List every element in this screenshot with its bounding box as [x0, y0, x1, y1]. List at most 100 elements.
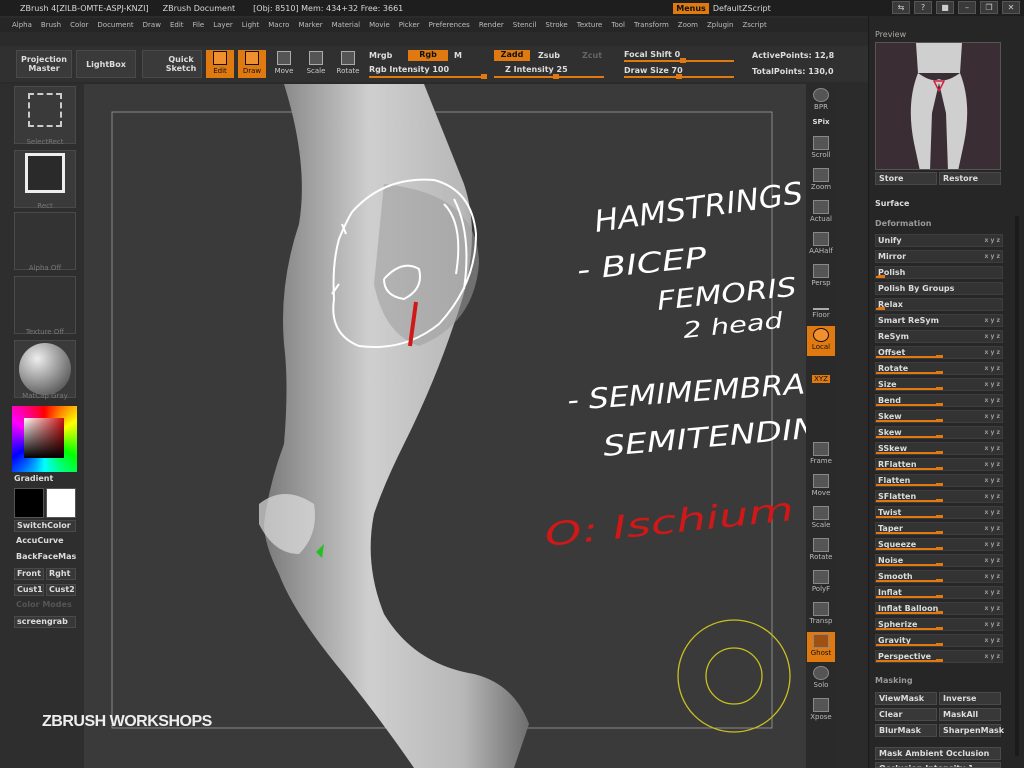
- axis-toggle-marks[interactable]: x y z: [985, 619, 1000, 630]
- deformation-slider-knob[interactable]: [936, 595, 943, 598]
- restore-button[interactable]: Restore: [939, 172, 1001, 185]
- deformation-item-perspective[interactable]: Perspective x y z: [875, 650, 1003, 663]
- axis-toggle-marks[interactable]: x y z: [985, 331, 1000, 342]
- z-intensity-slider[interactable]: Z Intensity 25: [505, 65, 568, 74]
- axis-toggle-marks[interactable]: x y z: [985, 555, 1000, 566]
- deformation-item-unify[interactable]: Unify x y z: [875, 234, 1003, 247]
- menu-item-layer[interactable]: Layer: [213, 21, 233, 29]
- axis-toggle-marks[interactable]: x y z: [985, 459, 1000, 470]
- menu-item-preferences[interactable]: Preferences: [429, 21, 470, 29]
- deformation-item-mirror[interactable]: Mirror x y z: [875, 250, 1003, 263]
- color-square[interactable]: [24, 418, 64, 458]
- clear-mask-button[interactable]: Clear: [875, 708, 937, 721]
- ghost-button[interactable]: Ghost: [807, 632, 835, 662]
- zsub-button[interactable]: Zsub: [538, 51, 560, 60]
- deformation-item-inflat[interactable]: Inflat x y z: [875, 586, 1003, 599]
- menu-item-macro[interactable]: Macro: [268, 21, 289, 29]
- deformation-item-rflatten[interactable]: RFlatten x y z: [875, 458, 1003, 471]
- deformation-slider-knob[interactable]: [936, 355, 943, 358]
- menu-item-brush[interactable]: Brush: [41, 21, 61, 29]
- deformation-item-noise[interactable]: Noise x y z: [875, 554, 1003, 567]
- document-canvas[interactable]: HAMSTRINGS - BICEP FEMORIS 2 head - SEMI…: [84, 84, 806, 768]
- axis-toggle-marks[interactable]: x y z: [985, 523, 1000, 534]
- screengrab-button[interactable]: screengrab: [14, 616, 76, 628]
- menu-item-alpha[interactable]: Alpha: [12, 21, 32, 29]
- axis-toggle-marks[interactable]: x y z: [985, 475, 1000, 486]
- deformation-item-sflatten[interactable]: SFlatten x y z: [875, 490, 1003, 503]
- axis-toggle-marks[interactable]: x y z: [985, 603, 1000, 614]
- rotate-tool-button[interactable]: Rotate: [334, 50, 362, 78]
- restore-icon[interactable]: ❐: [980, 1, 998, 14]
- menus-button[interactable]: Menus: [673, 2, 709, 14]
- select-rect-button[interactable]: [14, 86, 76, 144]
- bpr-button[interactable]: BPR: [807, 86, 835, 116]
- cust1-button[interactable]: Cust1: [14, 584, 44, 596]
- right-button[interactable]: Rght: [46, 568, 76, 580]
- move-tool-button[interactable]: Move: [270, 50, 298, 78]
- primary-color-swatch[interactable]: [46, 488, 76, 518]
- rgb-button[interactable]: Rgb: [408, 50, 448, 61]
- deformation-item-twist[interactable]: Twist x y z: [875, 506, 1003, 519]
- menu-item-material[interactable]: Material: [332, 21, 360, 29]
- frame-button[interactable]: Frame: [807, 440, 835, 470]
- secondary-color-swatch[interactable]: [14, 488, 44, 518]
- menu-item-zoom[interactable]: Zoom: [678, 21, 698, 29]
- projection-master-button[interactable]: Projection Master: [16, 50, 72, 78]
- transp-button[interactable]: Transp: [807, 600, 835, 630]
- menu-item-marker[interactable]: Marker: [298, 21, 322, 29]
- actual-button[interactable]: Actual: [807, 198, 835, 228]
- help-icon[interactable]: ?: [914, 1, 932, 14]
- deformation-slider-knob[interactable]: [936, 419, 943, 422]
- menu-item-transform[interactable]: Transform: [634, 21, 669, 29]
- focal-shift-knob[interactable]: [680, 58, 686, 63]
- deformation-slider-knob[interactable]: [936, 531, 943, 534]
- draw-tool-button[interactable]: Draw: [238, 50, 266, 78]
- occlusion-intensity-slider[interactable]: Occlusion Intensity 1: [875, 762, 1001, 768]
- axis-toggle-marks[interactable]: x y z: [985, 235, 1000, 246]
- scroll-button[interactable]: Scroll: [807, 134, 835, 164]
- deformation-item-polish-by-groups[interactable]: Polish By Groups: [875, 282, 1003, 295]
- move-view-button[interactable]: Move: [807, 472, 835, 502]
- close-icon[interactable]: ✕: [1002, 1, 1020, 14]
- deformation-item-smart-resym[interactable]: Smart ReSym x y z: [875, 314, 1003, 327]
- palette-scrollbar[interactable]: [1015, 216, 1019, 756]
- deformation-item-rotate[interactable]: Rotate x y z: [875, 362, 1003, 375]
- deformation-slider-knob[interactable]: [936, 627, 943, 630]
- texture-button[interactable]: [14, 276, 76, 334]
- axis-toggle-marks[interactable]: x y z: [985, 635, 1000, 646]
- deformation-item-squeeze[interactable]: Squeeze x y z: [875, 538, 1003, 551]
- cust2-button[interactable]: Cust2: [46, 584, 76, 596]
- m-button[interactable]: M: [454, 51, 462, 60]
- xpose-button[interactable]: Xpose: [807, 696, 835, 726]
- rotate-view-button[interactable]: Rotate: [807, 536, 835, 566]
- switch-color-button[interactable]: SwitchColor: [14, 520, 76, 532]
- menu-item-document[interactable]: Document: [97, 21, 133, 29]
- deformation-item-sskew[interactable]: SSkew x y z: [875, 442, 1003, 455]
- menu-item-zscript[interactable]: Zscript: [742, 21, 766, 29]
- deformation-item-skew[interactable]: Skew x y z: [875, 410, 1003, 423]
- xyz-button[interactable]: XYZ: [807, 358, 835, 388]
- zoom-button[interactable]: Zoom: [807, 166, 835, 196]
- menu-item-file[interactable]: File: [193, 21, 205, 29]
- deformation-item-offset[interactable]: Offset x y z: [875, 346, 1003, 359]
- aahalf-button[interactable]: AAHalf: [807, 230, 835, 260]
- zcut-button[interactable]: Zcut: [582, 51, 602, 60]
- deformation-slider-knob[interactable]: [936, 611, 943, 614]
- deformation-slider-knob[interactable]: [936, 643, 943, 646]
- axis-toggle-marks[interactable]: x y z: [985, 587, 1000, 598]
- deformation-slider-knob[interactable]: [936, 499, 943, 502]
- edit-tool-button[interactable]: Edit: [206, 50, 234, 78]
- preview-window[interactable]: [875, 42, 1001, 170]
- alpha-button[interactable]: [14, 212, 76, 270]
- deformation-item-polish[interactable]: Polish: [875, 266, 1003, 279]
- deformation-item-inflat-balloon[interactable]: Inflat Balloon x y z: [875, 602, 1003, 615]
- minimize-icon[interactable]: –: [958, 1, 976, 14]
- deformation-item-bend[interactable]: Bend x y z: [875, 394, 1003, 407]
- menu-item-texture[interactable]: Texture: [577, 21, 603, 29]
- persp-button[interactable]: Persp: [807, 262, 835, 292]
- axis-toggle-marks[interactable]: x y z: [985, 411, 1000, 422]
- deformation-slider-knob[interactable]: [936, 483, 943, 486]
- color-picker[interactable]: [12, 406, 77, 472]
- floor-button[interactable]: Floor: [807, 294, 835, 324]
- axis-toggle-marks[interactable]: x y z: [985, 315, 1000, 326]
